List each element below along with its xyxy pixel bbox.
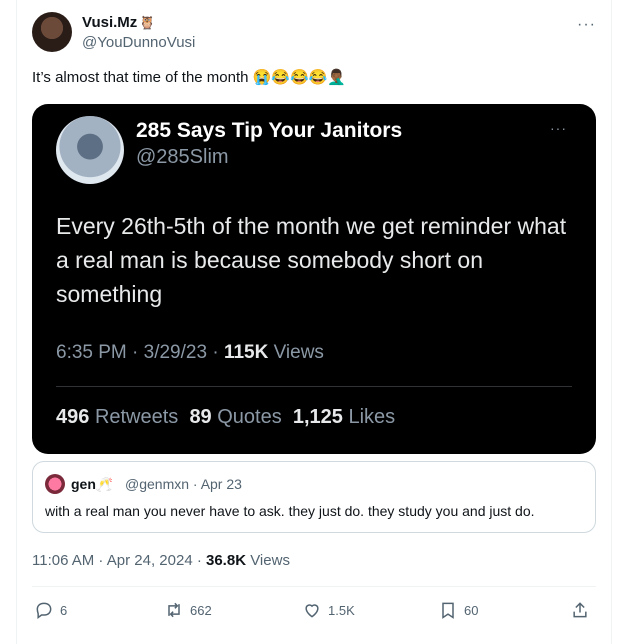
image-time-date: 6:35 PM · 3/29/23 · bbox=[56, 342, 219, 363]
quote-display-name[interactable]: gen bbox=[71, 476, 96, 492]
image-more-icon: ··· bbox=[550, 120, 567, 136]
image-quotes-label: Quotes bbox=[217, 406, 282, 428]
image-divider bbox=[56, 386, 572, 387]
quoted-tweet[interactable]: gen🥂 @genmxn · Apr 23 with a real man yo… bbox=[32, 461, 596, 533]
bookmark-count: 60 bbox=[464, 602, 479, 618]
image-tweet-body: Every 26th-5th of the month we get remin… bbox=[56, 213, 567, 307]
repost-count: 662 bbox=[190, 602, 212, 618]
action-bar: 6 662 1.5K 60 bbox=[32, 596, 596, 626]
bookmark-icon bbox=[442, 602, 454, 619]
image-stats: 496 Retweets 89 Quotes 1,125 Likes bbox=[56, 406, 395, 429]
tweet-emojis: 😭😂😂😂🤦🏾‍♂️ bbox=[252, 69, 347, 86]
image-timestamp: 6:35 PM · 3/29/23 · 115K Views bbox=[56, 342, 324, 364]
image-likes-count: 1,125 bbox=[292, 406, 343, 428]
quote-handle-date[interactable]: @genmxn · Apr 23 bbox=[125, 476, 242, 492]
like-button[interactable]: 1.5K bbox=[302, 600, 355, 620]
quote-avatar[interactable] bbox=[45, 474, 65, 494]
tweet-views-label: Views bbox=[250, 552, 290, 569]
quote-name[interactable]: gen🥂 bbox=[71, 476, 113, 493]
repost-icon bbox=[168, 602, 180, 618]
tweet-text-body: It’s almost that time of the month bbox=[32, 69, 249, 86]
bookmark-button[interactable]: 60 bbox=[438, 600, 478, 620]
quote-text: with a real man you never have to ask. t… bbox=[45, 503, 535, 519]
author-display-name[interactable]: Vusi.Mz bbox=[82, 14, 137, 31]
image-views-count: 115K bbox=[223, 342, 269, 363]
author-avatar[interactable] bbox=[32, 12, 72, 52]
author-name[interactable]: Vusi.Mz 🦉 bbox=[82, 14, 155, 31]
like-count: 1.5K bbox=[328, 602, 355, 618]
image-retweets-label: Retweets bbox=[94, 406, 179, 428]
image-retweets-count: 496 bbox=[56, 406, 90, 428]
reply-button[interactable]: 6 bbox=[34, 600, 67, 620]
image-likes-label: Likes bbox=[348, 406, 396, 428]
image-display-name: 285 Says Tip Your Janitors bbox=[136, 119, 403, 142]
image-views-label: Views bbox=[273, 342, 324, 363]
tweet-views-count: 36.8K bbox=[206, 552, 247, 569]
actions-divider bbox=[32, 586, 596, 587]
tweet-text: It’s almost that time of the month 😭😂😂😂🤦… bbox=[32, 68, 346, 86]
more-options-icon[interactable]: ··· bbox=[577, 16, 596, 34]
share-icon bbox=[573, 602, 587, 618]
owl-emoji: 🦉 bbox=[139, 15, 156, 30]
author-handle[interactable]: @YouDunnoVusi bbox=[82, 34, 195, 51]
heart-icon bbox=[305, 604, 319, 618]
image-quotes-count: 89 bbox=[189, 406, 212, 428]
reply-count: 6 bbox=[60, 602, 68, 618]
image-avatar bbox=[56, 116, 124, 184]
reply-icon bbox=[36, 602, 52, 619]
image-handle: @285Slim bbox=[136, 146, 229, 168]
share-button[interactable] bbox=[570, 600, 590, 620]
tweet-timestamp: 11:06 AM · Apr 24, 2024 · 36.8K Views bbox=[32, 552, 290, 569]
quote-name-emoji: 🥂 bbox=[95, 476, 114, 492]
tweet-image[interactable]: 285 Says Tip Your Janitors @285Slim ··· … bbox=[32, 104, 596, 454]
tweet-time-date[interactable]: 11:06 AM · Apr 24, 2024 · bbox=[32, 552, 202, 569]
repost-button[interactable]: 662 bbox=[164, 600, 212, 620]
